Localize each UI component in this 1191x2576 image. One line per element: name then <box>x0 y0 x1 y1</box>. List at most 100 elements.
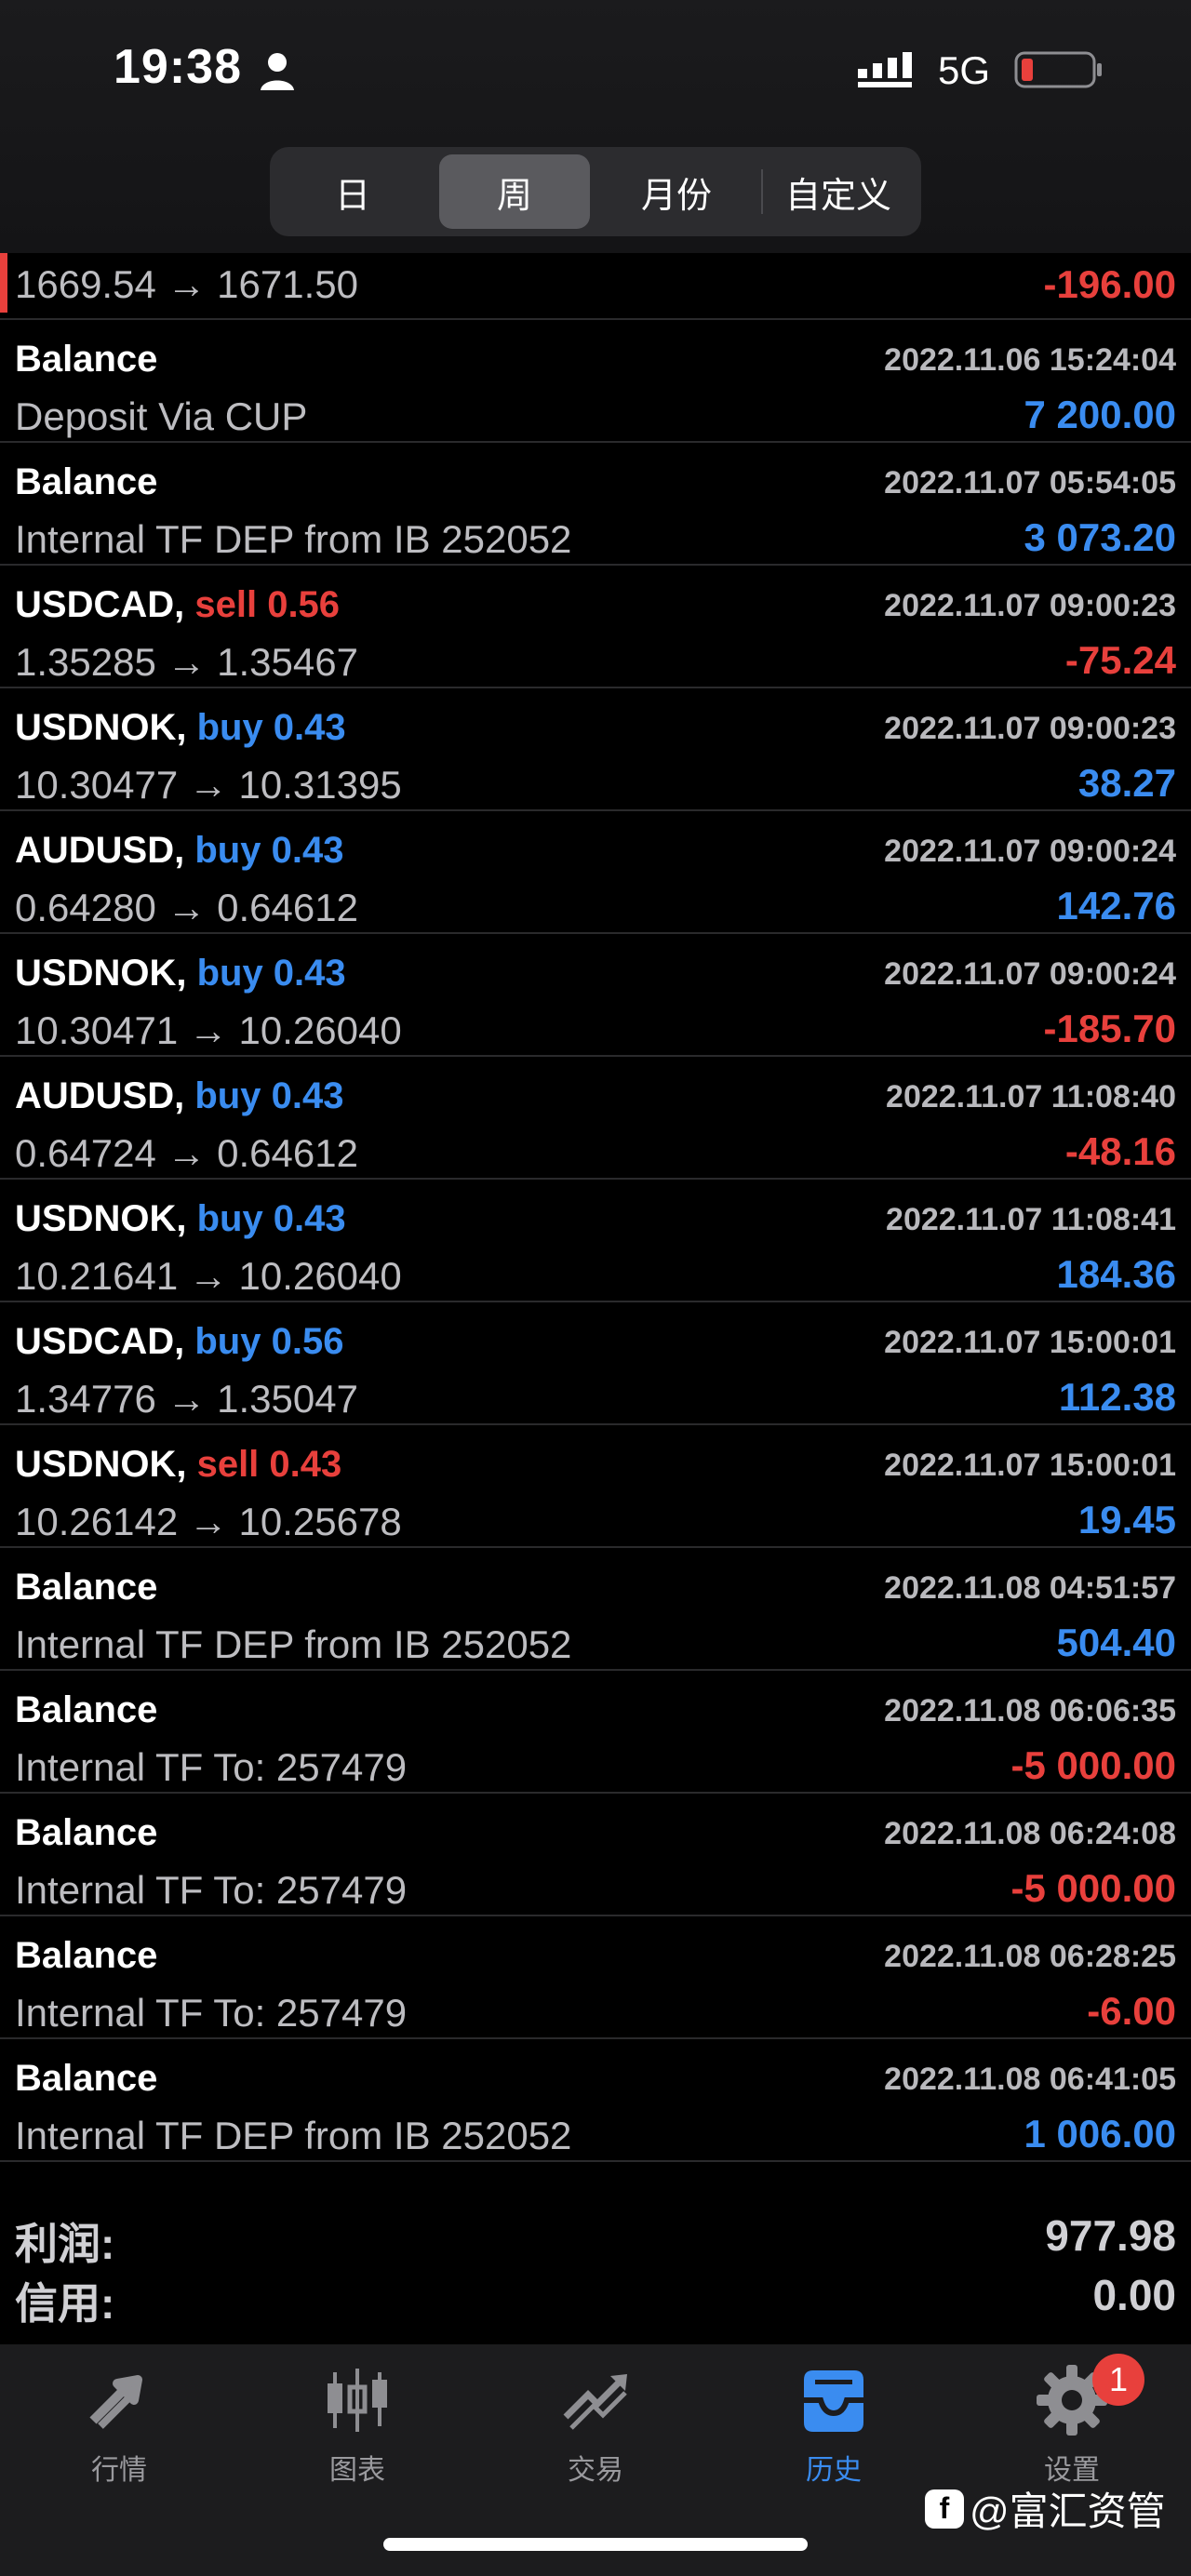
chart-icon <box>328 2369 387 2432</box>
row-amount: 504.40 <box>1056 1621 1176 1664</box>
history-row[interactable]: USDCAD, buy 0.56 2022.11.07 15:00:01 1.347… <box>0 1302 1191 1425</box>
row-title: Balance <box>15 461 157 503</box>
row-amount: 7 200.00 <box>1024 393 1177 436</box>
summary-profit: 利润: 977.98 <box>0 2207 1191 2268</box>
segment-month[interactable]: 月份 <box>601 154 752 229</box>
row-description: 10.21641 → 10.26040 <box>15 1254 402 1298</box>
notification-badge: 1 <box>1092 2354 1144 2406</box>
history-row[interactable]: USDNOK, buy 0.43 2022.11.07 09:00:23 10.30… <box>0 688 1191 811</box>
row-side: sell 0.43 <box>196 1444 342 1485</box>
row-amount: 19.45 <box>1077 1498 1176 1542</box>
row-amount: -185.70 <box>1043 1007 1176 1050</box>
row-time: 2022.11.07 09:00:24 <box>884 956 1176 992</box>
row-description: Internal TF DEP from IB 252052 <box>15 2114 572 2157</box>
row-title: USDCAD, sell 0.56 <box>15 584 340 626</box>
history-row[interactable]: AUDUSD, buy 0.43 2022.11.07 11:08:40 0.647… <box>0 1057 1191 1180</box>
row-side: buy 0.43 <box>196 953 346 994</box>
tab-trade[interactable]: 交易 <box>502 2361 689 2491</box>
history-row[interactable]: USDCAD, sell 0.56 2022.11.07 09:00:23 1.35… <box>0 566 1191 688</box>
network-label: 5G <box>938 48 991 92</box>
row-description: Internal TF To: 257479 <box>15 1745 408 1789</box>
row-title: Balance <box>15 1689 157 1731</box>
row-time: 2022.11.07 15:00:01 <box>884 1325 1176 1360</box>
row-description: 1.35285 → 1.35467 <box>15 640 358 684</box>
row-accent <box>0 253 7 313</box>
row-title: Balance <box>15 1935 157 1977</box>
row-description: 0.64280 → 0.64612 <box>15 886 358 929</box>
row-symbol: AUDUSD, <box>15 1075 185 1116</box>
quotes-icon <box>89 2375 142 2429</box>
row-amount: -5 000.00 <box>1010 1866 1176 1910</box>
row-time: 2022.11.08 06:24:08 <box>884 1816 1176 1851</box>
history-row[interactable]: Balance 2022.11.08 06:41:05 Internal TF DE… <box>0 2039 1191 2162</box>
row-description: Internal TF DEP from IB 252052 <box>15 1622 572 1666</box>
row-amount: 112.38 <box>1058 1375 1176 1419</box>
segment-custom[interactable]: 自定义 <box>763 154 914 229</box>
row-description: Deposit Via CUP <box>15 394 308 438</box>
segment-day[interactable]: 日 <box>277 154 428 229</box>
row-title: USDCAD, buy 0.56 <box>15 1321 343 1363</box>
row-symbol: USDNOK, <box>15 707 187 748</box>
trade-icon <box>563 2374 627 2430</box>
row-time: 2022.11.08 06:28:25 <box>884 1939 1176 1974</box>
history-row[interactable]: USDNOK, buy 0.43 2022.11.07 09:00:24 10.30… <box>0 934 1191 1057</box>
history-row[interactable]: Balance 2022.11.08 06:24:08 Internal TF To… <box>0 1794 1191 1916</box>
person-icon <box>261 53 294 90</box>
credit-label: 信用: <box>15 2279 115 2328</box>
history-row[interactable]: Balance 2022.11.08 06:28:25 Internal TF To… <box>0 1916 1191 2039</box>
row-symbol: Balance <box>15 339 158 380</box>
tab-history[interactable]: 历史 <box>741 2361 927 2491</box>
history-row[interactable]: Balance 2022.11.08 06:06:35 Internal TF To… <box>0 1671 1191 1794</box>
row-time: 2022.11.08 06:06:35 <box>884 1693 1176 1728</box>
summary: 利润: 977.98 信用: 0.00 <box>0 2207 1191 2328</box>
history-row[interactable]: USDNOK, buy 0.43 2022.11.07 11:08:41 10.21… <box>0 1180 1191 1302</box>
row-time: 2022.11.07 09:00:24 <box>884 834 1176 869</box>
battery-icon <box>1014 51 1102 88</box>
header: 19:38 5G 日 周 月份 自定义 <box>0 0 1191 253</box>
row-title: Balance <box>15 339 157 380</box>
watermark: f @富汇资管 <box>925 2480 1166 2537</box>
row-amount: 1 006.00 <box>1024 2112 1177 2156</box>
row-description: 10.30471 → 10.26040 <box>15 1008 402 1052</box>
period-selector: 日 周 月份 自定义 <box>270 147 921 236</box>
row-side: buy 0.43 <box>194 830 344 871</box>
row-symbol: USDCAD, <box>15 1321 185 1362</box>
row-amount: -196.00 <box>1043 262 1176 306</box>
history-row[interactable]: AUDUSD, buy 0.43 2022.11.07 09:00:24 0.642… <box>0 811 1191 934</box>
row-amount: 184.36 <box>1056 1252 1176 1296</box>
tab-quotes[interactable]: 行情 <box>26 2361 212 2491</box>
row-description: Internal TF DEP from IB 252052 <box>15 517 572 561</box>
tab-label: 图表 <box>329 2455 385 2486</box>
history-row[interactable]: Balance 2022.11.07 05:54:05 Internal TF DE… <box>0 443 1191 566</box>
segment-week[interactable]: 周 <box>439 154 590 229</box>
row-time: 2022.11.07 09:00:23 <box>884 711 1176 746</box>
history-icon <box>804 2370 863 2432</box>
row-description: Internal TF To: 257479 <box>15 1868 408 1912</box>
row-amount: -5 000.00 <box>1010 1743 1176 1787</box>
row-title: Balance <box>15 1812 157 1854</box>
row-amount: 142.76 <box>1056 884 1176 928</box>
tab-chart[interactable]: 图表 <box>264 2361 450 2491</box>
history-row[interactable]: USDNOK, sell 0.43 2022.11.07 15:00:01 10.2… <box>0 1425 1191 1548</box>
row-symbol: Balance <box>15 1935 158 1976</box>
row-time: 2022.11.08 06:41:05 <box>884 2062 1176 2097</box>
tab-label: 行情 <box>91 2455 147 2486</box>
row-time: 2022.11.07 05:54:05 <box>884 465 1176 501</box>
history-row[interactable]: 1669.54 → 1671.50 -196.00 <box>0 253 1191 320</box>
row-description: 1.34776 → 1.35047 <box>15 1377 358 1421</box>
history-row[interactable]: Balance 2022.11.06 15:24:04 Deposit Via CU… <box>0 320 1191 443</box>
row-title: Balance <box>15 1567 157 1608</box>
history-row[interactable]: Balance 2022.11.08 04:51:57 Internal TF DE… <box>0 1548 1191 1671</box>
row-amount: -6.00 <box>1087 1989 1176 2033</box>
row-title: USDNOK, buy 0.43 <box>15 1198 346 1240</box>
row-time: 2022.11.07 15:00:01 <box>884 1448 1176 1483</box>
row-title: AUDUSD, buy 0.43 <box>15 830 343 872</box>
row-side: buy 0.43 <box>196 707 346 748</box>
row-symbol: USDNOK, <box>15 1198 187 1239</box>
row-symbol: Balance <box>15 461 158 502</box>
home-indicator[interactable] <box>383 2538 808 2551</box>
row-symbol: AUDUSD, <box>15 830 185 871</box>
row-amount: 38.27 <box>1077 761 1176 805</box>
row-side: buy 0.56 <box>194 1321 344 1362</box>
row-symbol: USDNOK, <box>15 953 187 994</box>
